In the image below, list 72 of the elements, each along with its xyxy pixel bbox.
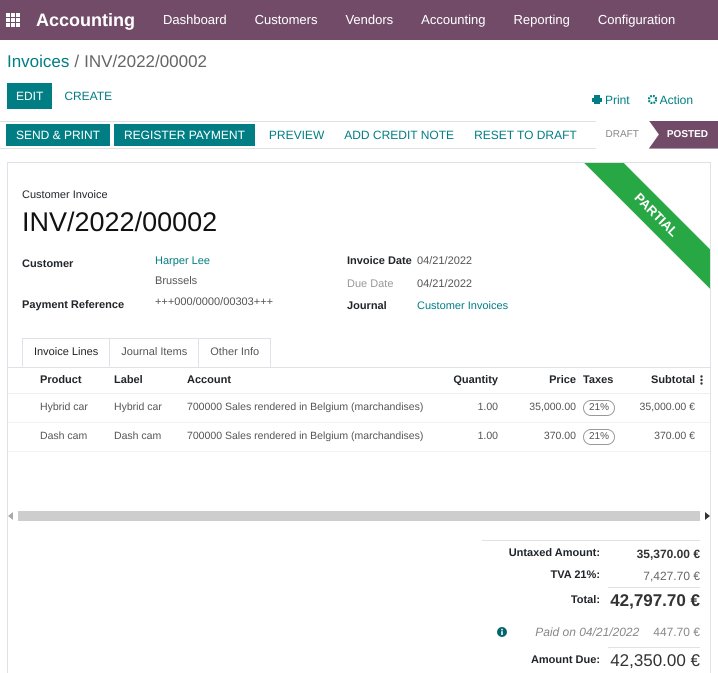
column-header[interactable]: Price [498, 372, 576, 388]
tab[interactable]: Journal Items [110, 338, 200, 366]
column-header[interactable]: Product [40, 372, 114, 388]
status-stage[interactable]: POSTED [648, 120, 718, 148]
table-cell-text: 700000 Sales rendered in Belgium (marchandises) [187, 400, 424, 415]
field-label: Payment Reference [22, 298, 126, 313]
scroll-right-icon[interactable] [704, 512, 710, 520]
payment-note: Paid on 04/21/2022 [535, 624, 640, 641]
field-value: +++000/0000/00303+++ [155, 295, 274, 310]
tax-badge: 21% [583, 428, 616, 444]
status-stage[interactable]: DRAFT [596, 120, 649, 148]
table-cell-text: 1.00 [476, 428, 498, 444]
menu-item[interactable]: Dashboard [163, 10, 227, 30]
field-value: 04/21/2022 [417, 255, 472, 268]
menu-item[interactable]: Vendors [345, 10, 394, 30]
table-cell-text: Dash cam [114, 428, 162, 444]
field-link[interactable]: Customer Invoices [417, 300, 508, 312]
field-label: Customer [22, 257, 74, 272]
total-label: Untaxed Amount: [508, 546, 600, 562]
app-name[interactable]: Accounting [36, 6, 135, 34]
total-label: TVA 21%: [549, 568, 600, 584]
table-cell-text: 370.00 € [653, 428, 695, 444]
tab[interactable]: Invoice Lines [22, 338, 110, 366]
breadcrumb-link[interactable]: Invoices [7, 49, 70, 74]
field-label: Due Date [347, 276, 394, 292]
total-label: Total: [570, 592, 600, 608]
action-menu[interactable]: Action [648, 86, 693, 104]
field-label: Invoice Date [347, 254, 413, 269]
table-cell-text: 700000 Sales rendered in Belgium (marchandises) [187, 428, 424, 444]
horizontal-scrollbar[interactable] [18, 510, 700, 520]
column-header[interactable]: Account [187, 372, 448, 388]
invoice-number: INV/2022/00002 [22, 206, 218, 239]
edit-button[interactable]: EDIT [7, 82, 52, 108]
column-header[interactable]: Subtotal [633, 372, 695, 388]
total-value: 7,427.70 € [642, 568, 700, 584]
table-cell-text: 1.00 [476, 400, 498, 415]
total-value: 35,370.00 € [636, 546, 700, 562]
menu-item[interactable]: Customers [254, 10, 318, 30]
total-value: 42,350.00 € [608, 647, 700, 673]
payment-amount: 447.70 € [653, 624, 700, 641]
total-label: Amount Due: [530, 653, 600, 668]
table-cell-text: Hybrid car [40, 400, 89, 415]
field-link[interactable]: Harper Lee [155, 253, 347, 269]
field-value: Brussels [155, 274, 198, 289]
more-options-icon[interactable] [700, 375, 703, 385]
total-value: 42,797.70 € [608, 586, 700, 613]
header-button[interactable]: ADD CREDIT NOTE [334, 124, 464, 146]
table-cell-text: 370.00 [542, 428, 576, 444]
table-cell-text: Dash cam [40, 428, 88, 444]
tab[interactable]: Other Info [199, 338, 272, 366]
field-label: Journal [347, 299, 388, 314]
table-cell-text: 35,000.00 [528, 400, 576, 415]
menu-item[interactable]: Configuration [598, 10, 676, 30]
tax-badge: 21% [583, 400, 616, 416]
header-button[interactable]: RESET TO DRAFT [464, 124, 587, 146]
menu-item[interactable]: Reporting [514, 10, 570, 30]
field-value: 04/21/2022 [417, 278, 472, 290]
apps-menu-icon[interactable] [6, 13, 20, 27]
table-cell-text: Hybrid car [114, 400, 163, 415]
column-header[interactable]: Quantity [448, 372, 498, 388]
menu-item[interactable]: Accounting [421, 10, 486, 30]
breadcrumb-separator: / [74, 51, 80, 73]
header-button[interactable]: PREVIEW [258, 124, 334, 146]
info-icon[interactable] [497, 627, 508, 637]
print-menu[interactable]: Print [592, 86, 630, 104]
header-button[interactable]: SEND & PRINT [6, 124, 110, 146]
breadcrumb-current: INV/2022/00002 [84, 51, 207, 73]
create-button[interactable]: CREATE [52, 82, 124, 108]
column-header[interactable]: Label [114, 372, 187, 388]
table-cell-text: 35,000.00 € [638, 400, 695, 415]
header-button[interactable]: REGISTER PAYMENT [114, 124, 255, 146]
column-header[interactable]: Taxes [576, 372, 633, 388]
